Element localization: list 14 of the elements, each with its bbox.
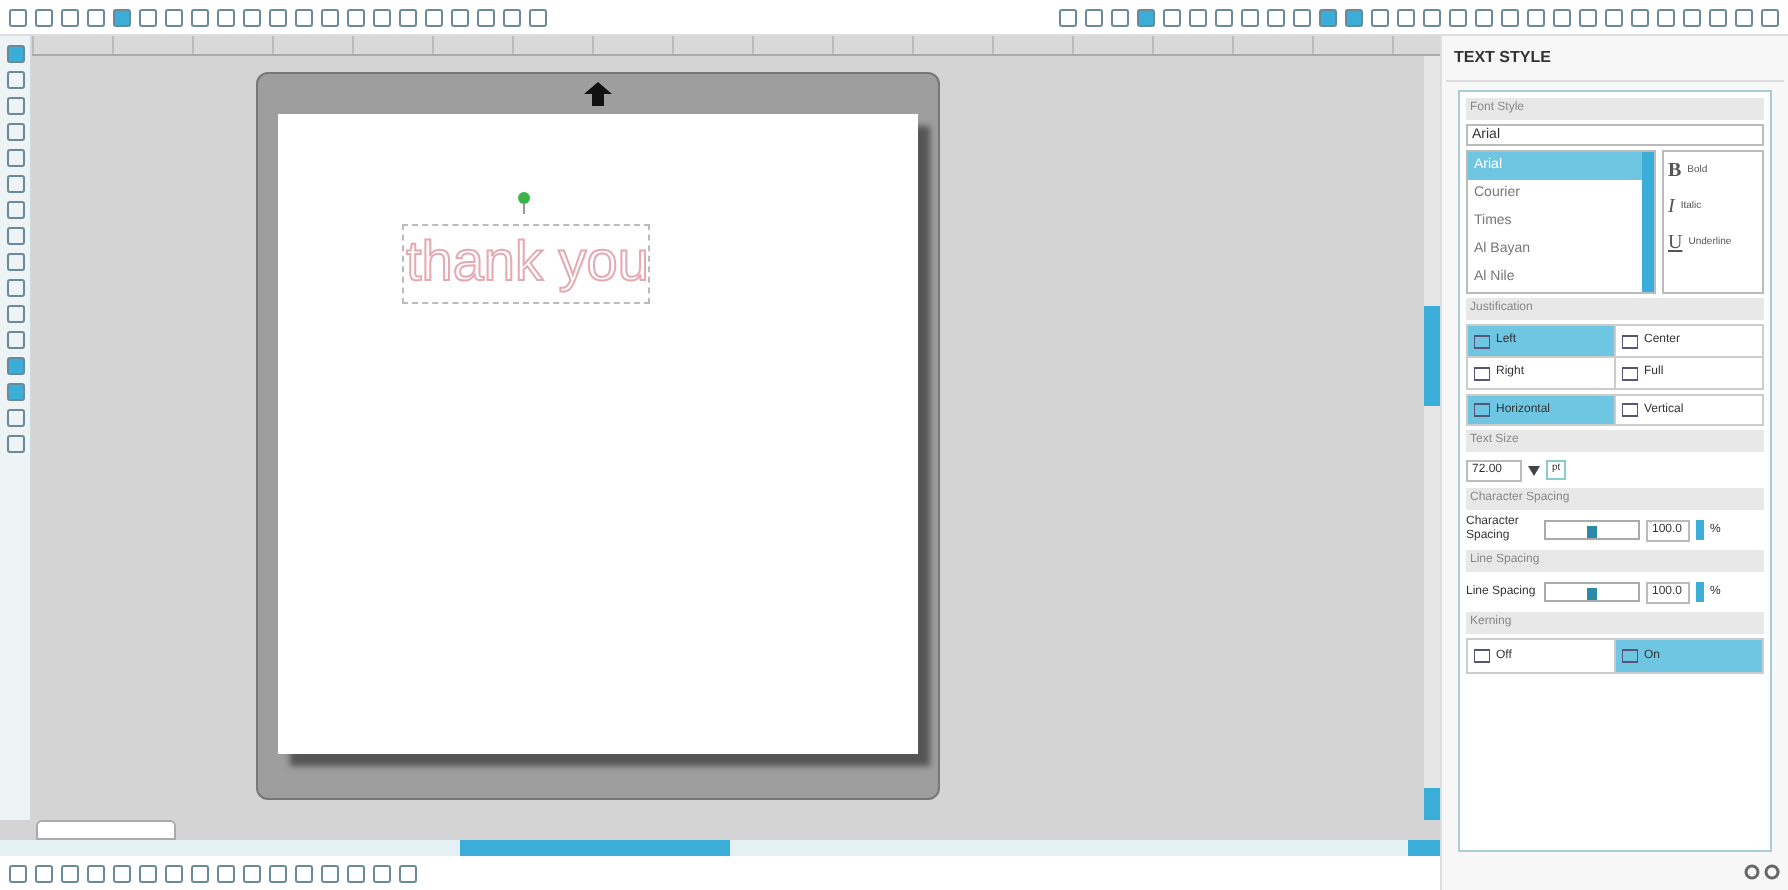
scrollbar-thumb[interactable] — [460, 840, 730, 856]
option-icon — [1622, 648, 1638, 664]
slider-thumb[interactable] — [1587, 588, 1597, 600]
option-icon — [1474, 648, 1490, 664]
option-icon — [1474, 402, 1490, 418]
document-tab[interactable] — [36, 820, 176, 840]
option-icon — [1622, 402, 1638, 418]
scrollbar[interactable] — [1642, 152, 1654, 292]
load-direction-arrow-icon — [584, 82, 612, 106]
slider-thumb[interactable] — [1587, 526, 1597, 538]
caret-icon[interactable] — [1528, 465, 1540, 475]
panel-title: TEXT STYLE — [1446, 36, 1784, 82]
rotate-handle-icon — [516, 190, 532, 214]
scrollbar-thumb[interactable] — [1424, 306, 1440, 406]
